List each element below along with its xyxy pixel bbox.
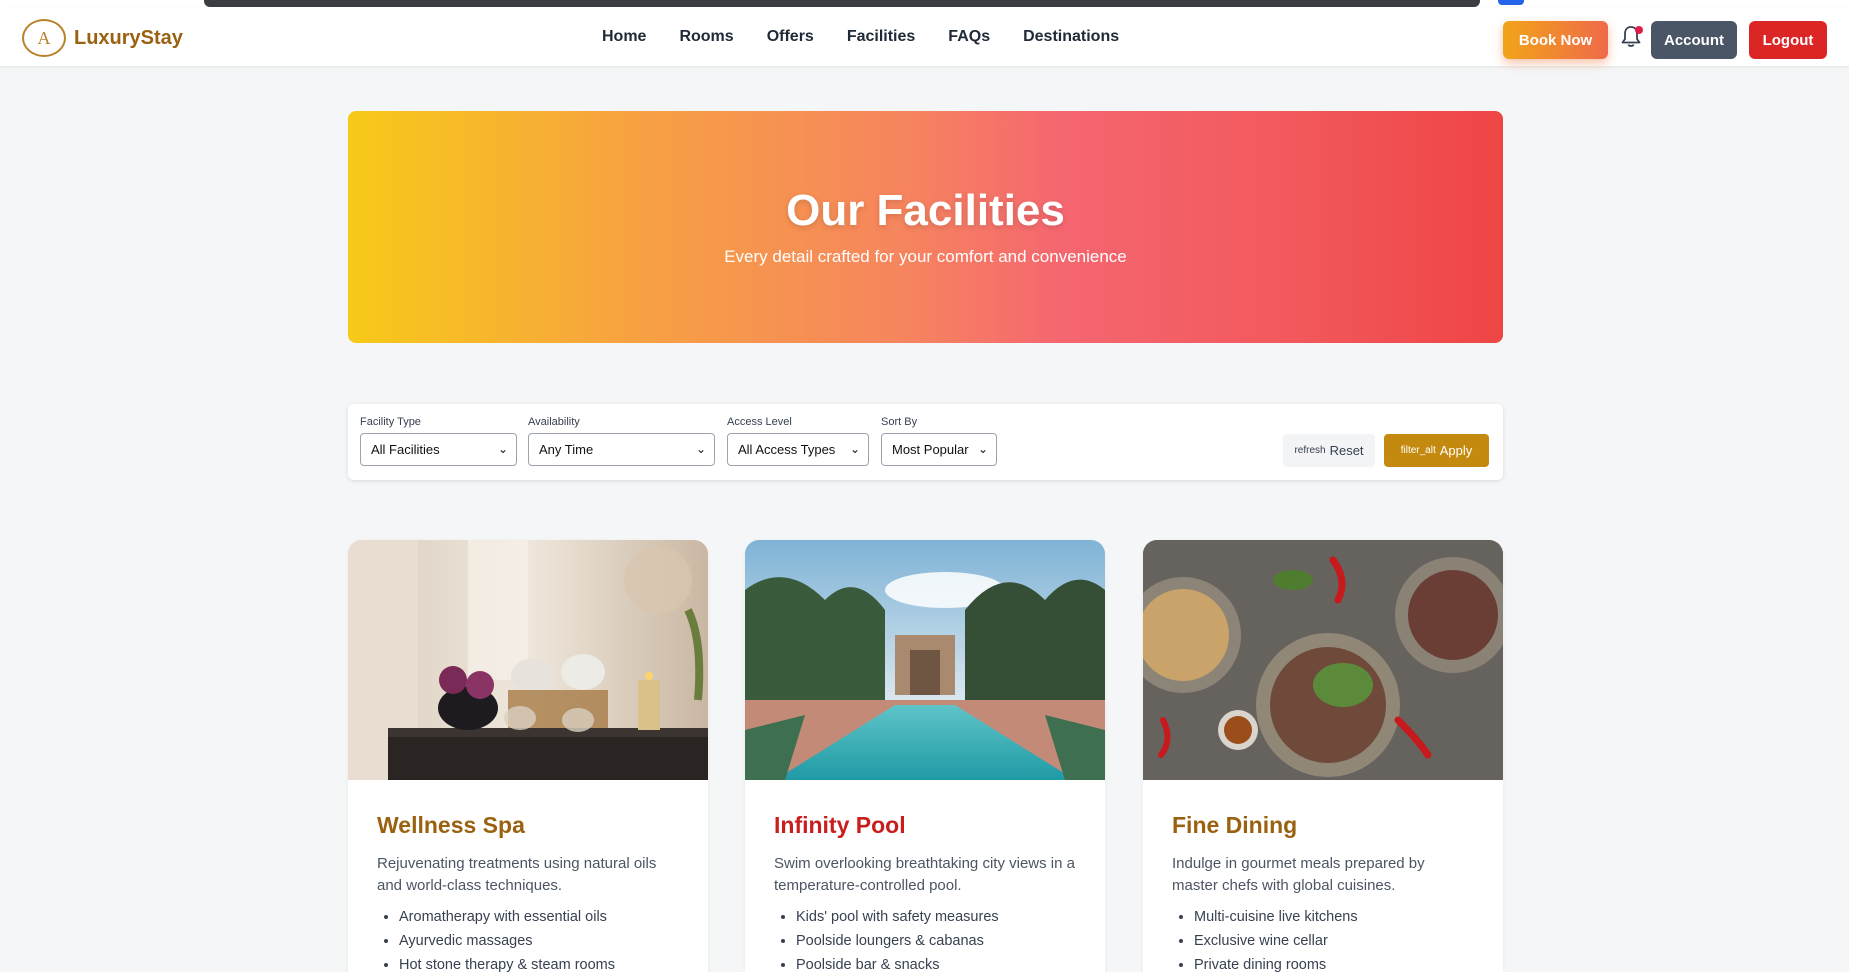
reset-label: Reset	[1329, 443, 1364, 458]
access-level-value: All Access Types	[738, 442, 836, 457]
spa-image	[348, 540, 708, 780]
facility-card-pool[interactable]: Infinity Pool Swim overlooking breathtak…	[745, 540, 1105, 972]
nav-home[interactable]: Home	[602, 28, 646, 46]
facility-card-dining[interactable]: Fine Dining Indulge in gourmet meals pre…	[1143, 540, 1503, 972]
list-item: Ayurvedic massages	[399, 933, 679, 949]
availability-value: Any Time	[539, 442, 594, 457]
sort-by-select[interactable]: Most Popular ⌄	[881, 433, 997, 466]
card-title: Fine Dining	[1172, 812, 1298, 838]
nav-destinations[interactable]: Destinations	[1023, 28, 1119, 46]
pool-card-body: Infinity Pool Swim overlooking breathtak…	[745, 780, 1105, 972]
list-item: Kids' pool with safety measures	[796, 909, 1076, 925]
availability-select[interactable]: Any Time ⌄	[528, 433, 715, 466]
bell-icon[interactable]	[1620, 25, 1644, 51]
list-item: Poolside bar & snacks	[796, 957, 1076, 972]
list-item: Exclusive wine cellar	[1194, 933, 1474, 949]
chevron-down-icon: ⌄	[497, 442, 508, 456]
filter-bar: Facility Type All Facilities ⌄ Availabil…	[348, 404, 1503, 480]
sort-by-value: Most Popular	[892, 442, 969, 457]
brand-name: LuxuryStay	[74, 26, 183, 49]
apply-label: Apply	[1439, 443, 1473, 458]
navbar: A LuxuryStay Home Rooms Offers Facilitie…	[0, 7, 1849, 66]
dining-image	[1143, 540, 1503, 780]
nav-faqs[interactable]: FAQs	[948, 28, 990, 46]
access-level-filter: Access Level All Access Types ⌄	[727, 416, 869, 466]
card-title: Wellness Spa	[377, 812, 525, 838]
filter-icon: filter_alt	[1400, 445, 1436, 456]
chevron-down-icon: ⌄	[977, 442, 988, 456]
browser-top-strip	[0, 0, 1849, 7]
nav-offers[interactable]: Offers	[767, 28, 814, 46]
feature-list: Kids' pool with safety measures Poolside…	[774, 909, 1076, 972]
facility-type-filter: Facility Type All Facilities ⌄	[360, 416, 517, 466]
list-item: Hot stone therapy & steam rooms	[399, 957, 679, 972]
account-button[interactable]: Account	[1651, 21, 1737, 59]
facility-type-label: Facility Type	[360, 416, 421, 428]
spa-card-body: Wellness Spa Rejuvenating treatments usi…	[348, 780, 708, 972]
page-subtitle: Every detail crafted for your comfort an…	[724, 247, 1127, 266]
facility-card-spa[interactable]: Wellness Spa Rejuvenating treatments usi…	[348, 540, 708, 972]
facility-type-value: All Facilities	[371, 442, 440, 457]
notification-dot	[1635, 26, 1643, 34]
sort-by-filter: Sort By Most Popular ⌄	[881, 416, 997, 466]
access-level-select[interactable]: All Access Types ⌄	[727, 433, 869, 466]
reset-button[interactable]: refresh Reset	[1283, 434, 1375, 467]
list-item: Poolside loungers & cabanas	[796, 933, 1076, 949]
card-description: Rejuvenating treatments using natural oi…	[377, 855, 657, 894]
dining-card-body: Fine Dining Indulge in gourmet meals pre…	[1143, 780, 1503, 972]
list-item: Private dining rooms	[1194, 957, 1474, 972]
main-nav: Home Rooms Offers Facilities FAQs Destin…	[602, 7, 1152, 66]
card-title: Infinity Pool	[774, 812, 906, 838]
address-bar-edge	[204, 0, 1480, 7]
feature-list: Aromatherapy with essential oils Ayurved…	[377, 909, 679, 972]
chevron-down-icon: ⌄	[695, 442, 706, 456]
availability-filter: Availability Any Time ⌄	[528, 416, 715, 466]
availability-label: Availability	[528, 416, 580, 428]
access-level-label: Access Level	[727, 416, 792, 428]
logout-button[interactable]: Logout	[1749, 21, 1827, 59]
sort-by-label: Sort By	[881, 416, 918, 428]
card-description: Swim overlooking breathtaking city views…	[774, 855, 1075, 894]
brand[interactable]: A LuxuryStay	[22, 19, 183, 57]
brand-logo-icon: A	[22, 19, 66, 57]
page-title: Our Facilities	[786, 186, 1065, 235]
apply-button[interactable]: filter_alt Apply	[1384, 434, 1489, 467]
nav-rooms[interactable]: Rooms	[679, 28, 733, 46]
book-now-button[interactable]: Book Now	[1503, 21, 1608, 59]
list-item: Aromatherapy with essential oils	[399, 909, 679, 925]
hero-banner: Our Facilities Every detail crafted for …	[348, 111, 1503, 343]
chevron-down-icon: ⌄	[849, 442, 860, 456]
list-item: Multi-cuisine live kitchens	[1194, 909, 1474, 925]
extension-badge	[1498, 0, 1524, 5]
card-description: Indulge in gourmet meals prepared by mas…	[1172, 855, 1425, 894]
nav-facilities[interactable]: Facilities	[847, 28, 915, 46]
pool-image	[745, 540, 1105, 780]
facility-type-select[interactable]: All Facilities ⌄	[360, 433, 517, 466]
feature-list: Multi-cuisine live kitchens Exclusive wi…	[1172, 909, 1474, 972]
refresh-icon: refresh	[1294, 445, 1326, 456]
